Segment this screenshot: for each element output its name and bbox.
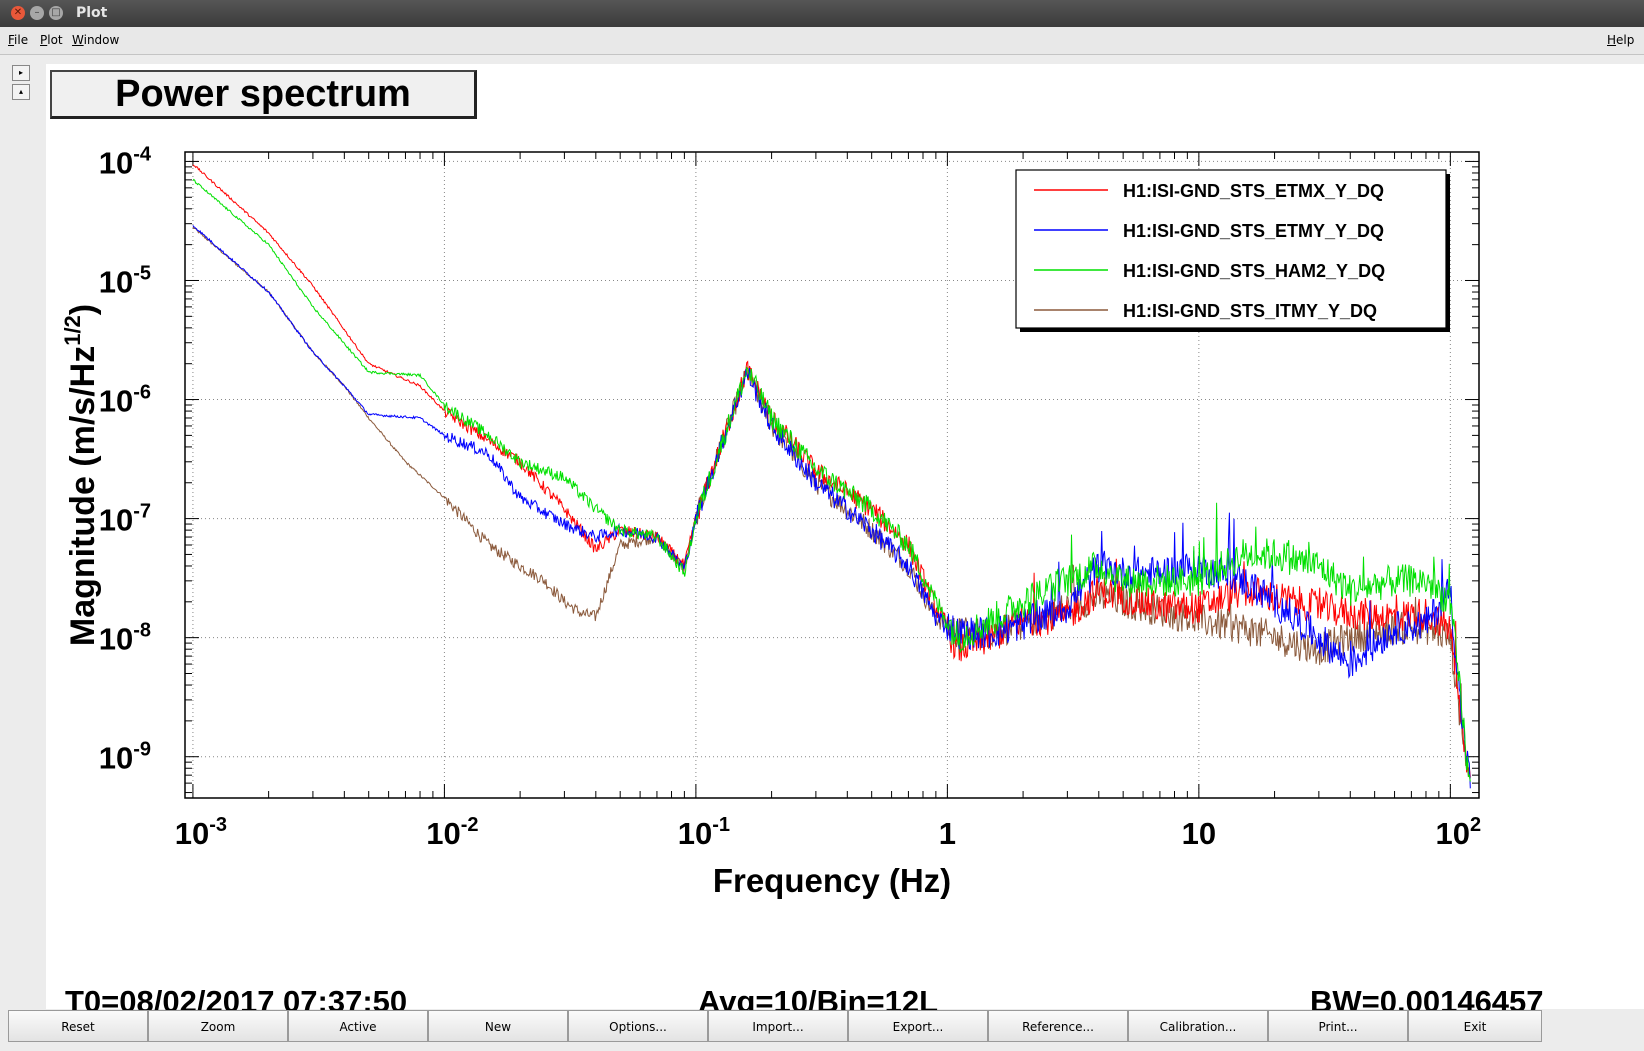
close-window-icon[interactable]: ✕ — [11, 6, 25, 20]
y-tick-label: 10-9 — [99, 739, 151, 776]
y-tick-label: 10-7 — [99, 501, 151, 538]
zoom-button[interactable]: Zoom — [148, 1010, 288, 1042]
y-axis-label: Magnitude (m/s/Hz1/2) — [60, 304, 102, 646]
legend-entry: H1:ISI-GND_STS_ITMY_Y_DQ — [1123, 301, 1377, 321]
y-tick-label-exponent: -8 — [133, 620, 151, 642]
y-tick-label: 10-4 — [99, 143, 152, 180]
x-tick-label: 10-3 — [175, 814, 227, 851]
x-tick-label-base: 1 — [939, 816, 956, 851]
x-tick-label-base: 10 — [426, 816, 460, 851]
options-button[interactable]: Options... — [568, 1010, 708, 1042]
y-tick-label: 10-5 — [99, 262, 151, 299]
exit-button[interactable]: Exit — [1408, 1010, 1542, 1042]
calibration-button[interactable]: Calibration... — [1128, 1010, 1268, 1042]
menu-window[interactable]: Window — [72, 33, 119, 47]
y-tick-label-exponent: -7 — [133, 501, 151, 523]
y-tick-label-base: 10 — [99, 264, 133, 299]
y-tick-label-base: 10 — [99, 741, 133, 776]
menu-help[interactable]: Help — [1607, 33, 1634, 47]
legend-entry: H1:ISI-GND_STS_HAM2_Y_DQ — [1123, 261, 1385, 281]
x-tick-label: 10-2 — [426, 814, 478, 851]
export-button[interactable]: Export... — [848, 1010, 988, 1042]
x-tick-label-exponent: -2 — [461, 814, 479, 836]
active-button[interactable]: Active — [288, 1010, 428, 1042]
x-tick-label-exponent: -3 — [209, 814, 227, 836]
window-title: Plot — [76, 5, 108, 21]
y-tick-label-exponent: -5 — [133, 262, 151, 284]
button-bar: Reset Zoom Active New Options... Import... Exp… — [8, 1010, 1644, 1044]
window-titlebar: ✕ – □ Plot — [0, 0, 1644, 27]
x-tick-label-base: 10 — [1436, 816, 1470, 851]
reference-button[interactable]: Reference... — [988, 1010, 1128, 1042]
plot-canvas[interactable]: Power spectrum 10-3 10-2 10-1 1 10 102 10-4 10-… — [46, 64, 1644, 1019]
legend-entry: H1:ISI-GND_STS_ETMX_Y_DQ — [1123, 181, 1384, 201]
y-tick-label-base: 10 — [99, 622, 133, 657]
x-tick-label-base: 10 — [175, 816, 209, 851]
x-tick-label: 102 — [1436, 814, 1482, 851]
menu-file[interactable]: File — [8, 33, 28, 47]
y-tick-label: 10-8 — [99, 620, 151, 657]
x-tick-label: 10 — [1182, 816, 1216, 851]
x-tick-label-exponent: -1 — [712, 814, 730, 836]
print-button[interactable]: Print... — [1268, 1010, 1408, 1042]
legend-entry: H1:ISI-GND_STS_ETMY_Y_DQ — [1123, 221, 1384, 241]
menu-plot[interactable]: Plot — [40, 33, 63, 47]
x-tick-label-base: 10 — [1182, 816, 1216, 851]
x-tick-label: 1 — [939, 816, 956, 851]
y-tick-label-exponent: -9 — [133, 739, 151, 761]
y-tick-label: 10-6 — [99, 382, 151, 419]
y-tick-label-base: 10 — [99, 145, 133, 180]
x-tick-label-base: 10 — [678, 816, 712, 851]
expand-right-icon[interactable]: ▸ — [12, 65, 30, 81]
reset-button[interactable]: Reset — [8, 1010, 148, 1042]
menu-bar: File Plot Window Help — [0, 27, 1644, 55]
x-tick-label-exponent: 2 — [1470, 814, 1481, 836]
collapse-up-icon[interactable]: ▴ — [12, 84, 30, 100]
import-button[interactable]: Import... — [708, 1010, 848, 1042]
maximize-window-icon[interactable]: □ — [49, 6, 63, 20]
minimize-window-icon[interactable]: – — [30, 6, 44, 20]
chart-legend: H1:ISI-GND_STS_ETMX_Y_DQ H1:ISI-GND_STS_E… — [1015, 169, 1450, 332]
spectrum-chart[interactable]: 10-3 10-2 10-1 1 10 10210-410-510-610-710-810… — [46, 64, 1644, 1009]
new-button[interactable]: New — [428, 1010, 568, 1042]
y-tick-label-exponent: -4 — [133, 143, 152, 165]
y-tick-label-exponent: -6 — [133, 382, 151, 404]
y-tick-label-base: 10 — [99, 503, 133, 538]
x-axis-label: Frequency (Hz) — [713, 862, 951, 899]
y-tick-label-base: 10 — [99, 384, 133, 419]
x-tick-label: 10-1 — [678, 814, 730, 851]
